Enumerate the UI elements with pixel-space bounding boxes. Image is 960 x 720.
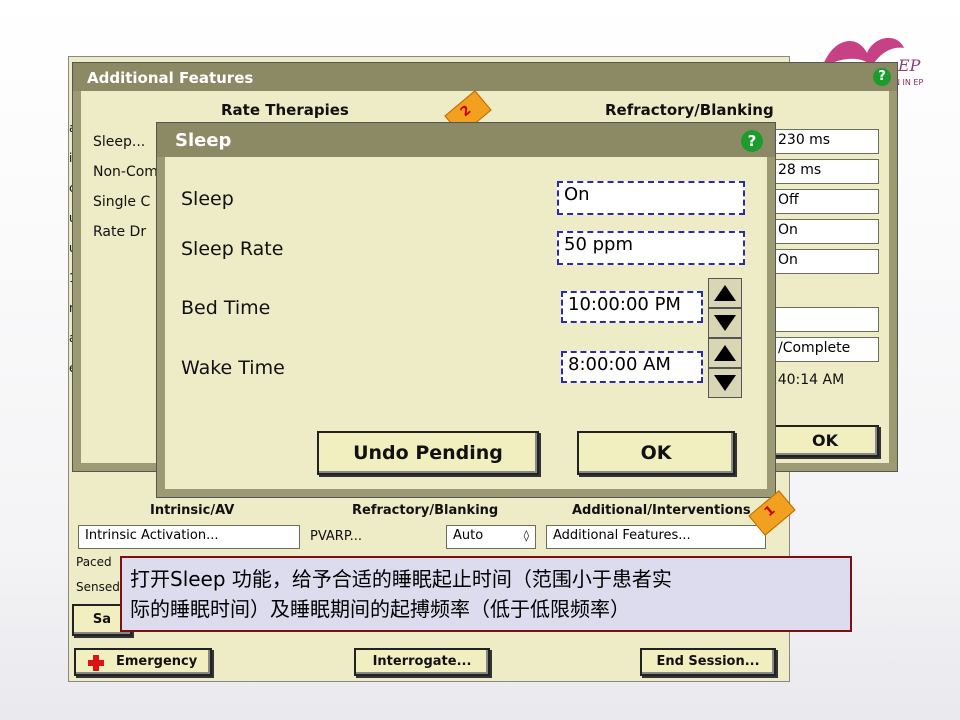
af-left-item-single[interactable]: Single C — [93, 194, 150, 210]
arrow-up-icon — [714, 285, 736, 301]
wake-time-label: Wake Time — [181, 357, 285, 379]
interrogate-button[interactable]: Interrogate... — [354, 648, 490, 676]
dropdown-icon: ◊ — [523, 529, 529, 542]
pvarp-value: Auto — [453, 528, 484, 543]
paced-label: Paced — [76, 555, 112, 569]
bottom-col2-header: Refractory/Blanking — [352, 503, 499, 518]
sleep-titlebar: Sleep ? — [157, 123, 775, 157]
arrow-down-icon — [714, 375, 736, 391]
bottom-col3-header: Additional/Interventions — [572, 503, 751, 518]
af-right-field-7[interactable]: /Complete — [771, 337, 879, 362]
sleep-ok-button[interactable]: OK — [577, 431, 735, 475]
help-icon[interactable]: ? — [873, 68, 891, 86]
logo-text: EP — [898, 56, 921, 75]
intrinsic-activation-field[interactable]: Intrinsic Activation... — [78, 525, 300, 549]
refractory-header: Refractory/Blanking — [605, 101, 774, 119]
pvarp-label: PVARP... — [310, 529, 363, 544]
rate-therapies-header: Rate Therapies — [221, 101, 349, 119]
wake-time-down-button[interactable] — [708, 368, 742, 398]
bed-time-up-button[interactable] — [708, 278, 742, 308]
emergency-label: Emergency — [116, 654, 198, 669]
af-right-field-6[interactable] — [771, 307, 879, 332]
logo-subtext: N IN EP — [894, 78, 924, 87]
undo-pending-button[interactable]: Undo Pending — [317, 431, 539, 475]
red-cross-icon — [88, 655, 104, 671]
pvarp-select[interactable]: Auto ◊ — [446, 525, 536, 549]
af-right-time: :40:14 AM — [773, 372, 845, 388]
af-title: Additional Features — [87, 69, 254, 87]
sleep-rate-label: Sleep Rate — [181, 238, 284, 260]
af-left-item-sleep[interactable]: Sleep... — [93, 134, 145, 150]
af-right-field-5[interactable]: On — [771, 249, 879, 274]
sleep-title: Sleep — [175, 130, 232, 151]
bottom-col1-header: Intrinsic/AV — [150, 503, 235, 518]
callout-2-label: 2 — [457, 102, 475, 121]
bed-time-field[interactable]: 10:00:00 PM — [561, 291, 703, 323]
annotation-box: 打开Sleep 功能，给予合适的睡眠起止时间（范围小于患者实 际的睡眠时间）及睡… — [120, 556, 852, 632]
sleep-help-icon[interactable]: ? — [741, 130, 763, 152]
end-session-button[interactable]: End Session... — [640, 648, 776, 676]
af-titlebar: Additional Features ? — [73, 63, 897, 91]
sleep-rate-field[interactable]: 50 ppm — [557, 231, 745, 265]
save-button-label: Sa — [92, 612, 112, 627]
annotation-line-2: 际的睡眠时间）及睡眠期间的起搏频率（低于低限频率） — [130, 597, 630, 621]
sensed-label: Sensed — [76, 580, 120, 594]
arrow-down-icon — [714, 315, 736, 331]
annotation-line-1: 打开Sleep 功能，给予合适的睡眠起止时间（范围小于患者实 — [130, 567, 672, 591]
arrow-up-icon — [714, 345, 736, 361]
wake-time-up-button[interactable] — [708, 338, 742, 368]
af-right-field-2[interactable]: 28 ms — [771, 159, 879, 184]
sleep-value-field[interactable]: On — [557, 181, 745, 215]
af-left-item-ratedrop[interactable]: Rate Dr — [93, 224, 146, 240]
bed-time-down-button[interactable] — [708, 308, 742, 338]
bed-time-label: Bed Time — [181, 297, 271, 319]
af-right-field-4[interactable]: On — [771, 219, 879, 244]
sleep-label: Sleep — [181, 188, 234, 210]
af-right-field-3[interactable]: Off — [771, 189, 879, 214]
af-left-item-noncom[interactable]: Non-Com — [93, 164, 158, 180]
af-right-field-1[interactable]: 230 ms — [771, 129, 879, 154]
emergency-button[interactable]: Emergency — [74, 648, 212, 676]
sleep-content: Sleep On Sleep Rate 50 ppm Bed Time 10:0… — [165, 157, 767, 489]
wake-time-field[interactable]: 8:00:00 AM — [561, 351, 703, 383]
af-ok-button[interactable]: OK — [771, 425, 879, 457]
sleep-dialog: Sleep ? Sleep On Sleep Rate 50 ppm Bed T… — [156, 122, 776, 498]
callout-1-label: 1 — [761, 502, 779, 521]
additional-features-field[interactable]: Additional Features... — [546, 525, 766, 549]
